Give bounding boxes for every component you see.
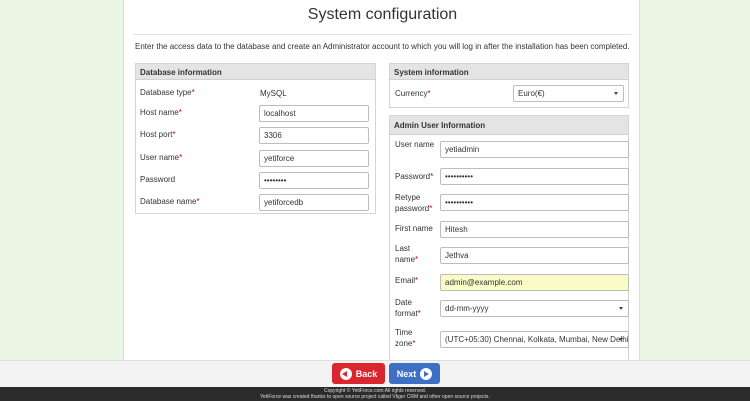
- copyright-footer: Copyright © YetiForce.com All rights res…: [0, 387, 750, 401]
- database-type-value: MySQL: [260, 89, 287, 98]
- db-user-name-input[interactable]: yetiforce: [259, 150, 369, 167]
- first-name-input[interactable]: Hitesh: [440, 221, 629, 238]
- last-name-label: Last name*: [395, 244, 419, 264]
- credits-line: YetiForce was created thanks to open sou…: [260, 394, 490, 400]
- arrow-left-icon: [339, 367, 352, 380]
- database-type-label: Database type*: [140, 88, 195, 97]
- admin-password-label: Password*: [395, 172, 434, 181]
- back-button[interactable]: Back: [332, 363, 385, 384]
- host-name-label: Host name*: [140, 108, 182, 117]
- db-password-input[interactable]: ••••••••: [259, 172, 369, 189]
- first-name-label: First name: [395, 224, 433, 233]
- time-zone-value: (UTC+05:30) Chennai, Kolkata, Mumbai, Ne…: [445, 335, 629, 344]
- database-name-label: Database name*: [140, 197, 200, 206]
- system-panel-heading: System information: [390, 64, 628, 80]
- date-format-label: Date format*: [395, 298, 421, 318]
- main-content: System configuration Enter the access da…: [123, 0, 640, 360]
- time-zone-label: Time zone*: [395, 328, 416, 348]
- email-input[interactable]: admin@example.com: [440, 274, 629, 291]
- database-panel-heading: Database information: [136, 64, 375, 80]
- page-title: System configuration: [307, 6, 458, 23]
- next-button[interactable]: Next: [389, 363, 440, 384]
- admin-user-name-input[interactable]: yetiadmin: [440, 141, 629, 158]
- retype-password-label: Retype password*: [395, 193, 433, 213]
- title-divider: [134, 34, 631, 35]
- currency-value: Euro(€): [518, 89, 545, 98]
- retype-password-input[interactable]: ••••••••••: [440, 194, 629, 211]
- next-button-label: Next: [396, 368, 417, 379]
- email-label: Email*: [395, 276, 419, 285]
- currency-label: Currency*: [395, 89, 431, 98]
- admin-password-input[interactable]: ••••••••••: [440, 168, 629, 185]
- admin-panel-heading: Admin User Information: [390, 116, 628, 135]
- last-name-input[interactable]: Jethva: [440, 247, 629, 264]
- right-background: [640, 0, 750, 360]
- date-format-value: dd-mm-yyyy: [445, 304, 489, 313]
- host-port-input[interactable]: 3306: [259, 127, 369, 144]
- host-name-input[interactable]: localhost: [259, 105, 369, 122]
- admin-user-name-label: User name: [395, 140, 435, 149]
- chevron-down-icon: [614, 92, 618, 95]
- chevron-down-icon: [619, 338, 623, 341]
- date-format-select[interactable]: dd-mm-yyyy: [440, 300, 629, 317]
- arrow-right-icon: [420, 367, 433, 380]
- intro-text: Enter the access data to the database an…: [135, 42, 630, 51]
- back-button-label: Back: [355, 368, 378, 379]
- currency-select[interactable]: Euro(€): [513, 85, 624, 102]
- db-user-name-label: User name*: [140, 153, 183, 162]
- host-port-label: Host port*: [140, 130, 176, 139]
- left-background: [0, 0, 123, 360]
- database-panel: Database information Database type* MySQ…: [135, 63, 376, 214]
- chevron-down-icon: [619, 307, 623, 310]
- admin-panel: Admin User Information User name yetiadm…: [389, 115, 629, 360]
- system-panel: System information Currency* Euro(€): [389, 63, 629, 108]
- database-name-input[interactable]: yetiforcedb: [259, 194, 369, 211]
- db-password-label: Password: [140, 175, 176, 184]
- time-zone-select[interactable]: (UTC+05:30) Chennai, Kolkata, Mumbai, Ne…: [440, 331, 629, 348]
